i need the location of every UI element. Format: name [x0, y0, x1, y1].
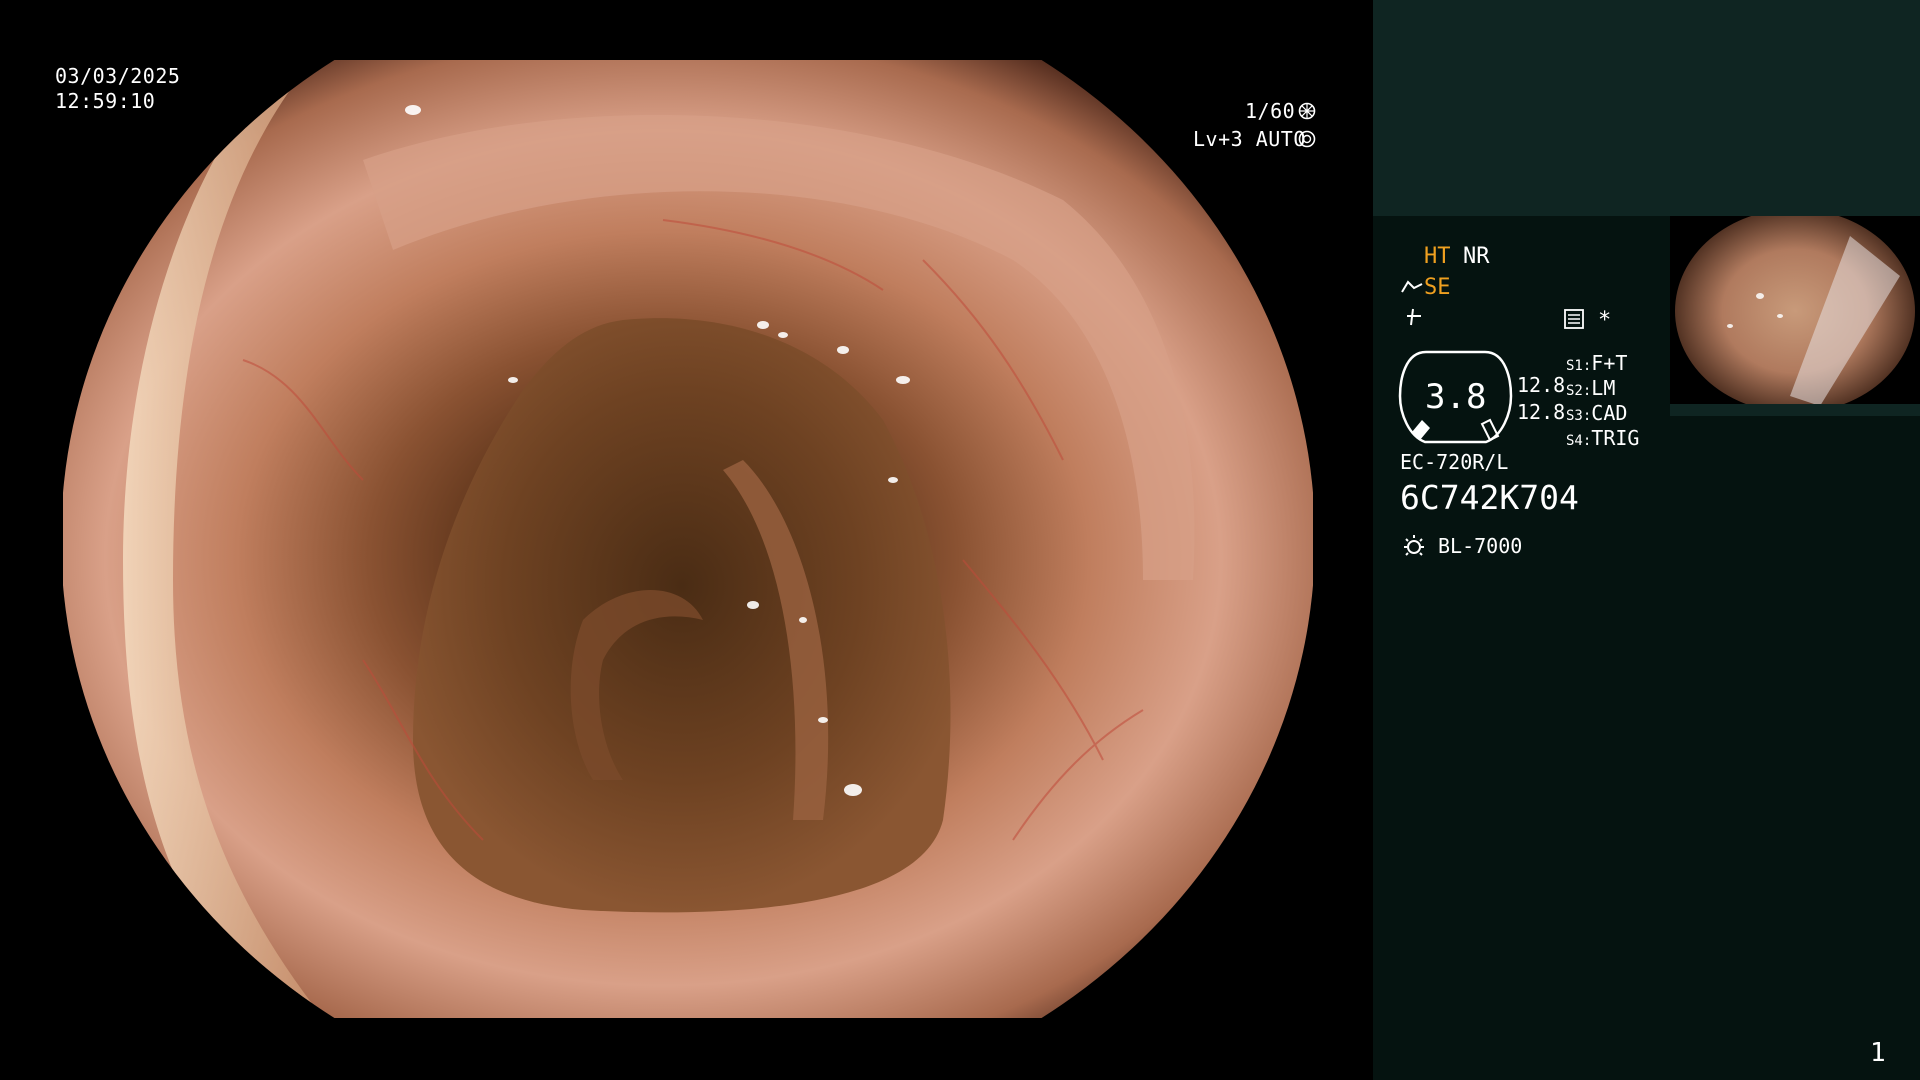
switch-value: F+T	[1591, 351, 1628, 375]
switch-row: S2:LM	[1566, 375, 1639, 400]
captured-image-thumbnail[interactable]	[1670, 216, 1920, 416]
structure-icon	[1564, 309, 1584, 329]
switch-row: S3:CAD	[1566, 400, 1639, 425]
gauge-side-value-1: 12.8	[1517, 373, 1566, 397]
switch-row: S4:TRIG	[1566, 425, 1639, 450]
nr-indicator: NR	[1463, 244, 1490, 269]
time-label: 12:59:10	[55, 89, 156, 113]
freeze-icon	[1407, 308, 1421, 326]
switch-key: S2:	[1566, 383, 1592, 399]
side-panel-header	[1373, 0, 1920, 216]
gauge-value: 3.8	[1425, 377, 1487, 417]
gauge-side-value-2: 12.8	[1517, 400, 1566, 424]
scope-serial: 6C742K704	[1400, 478, 1579, 517]
switch-key: S3:	[1566, 408, 1592, 424]
level-mode-label: Lv+3 AUTO	[1193, 127, 1306, 151]
light-source-icon	[1404, 535, 1424, 556]
shutter-label: 1/60	[1245, 99, 1296, 123]
switch-key: S4:	[1566, 433, 1592, 449]
se-indicator: SE	[1424, 275, 1451, 300]
endoscopic-colon-view	[63, 60, 1313, 1018]
scope-se-icon	[1401, 280, 1423, 293]
page-number: 1	[1870, 1038, 1886, 1068]
thumbnail-status-bar	[1670, 404, 1920, 416]
shutter-icon	[1298, 102, 1316, 120]
scope-model: EC-720R/L	[1400, 450, 1509, 474]
switch-key: S1:	[1566, 358, 1592, 374]
light-source-label: BL-7000	[1438, 534, 1523, 558]
endoscope-image-area: 03/03/2025 12:59:10 1/60 Lv+3 AUTO	[0, 0, 1373, 1080]
ht-indicator: HT	[1424, 244, 1451, 269]
date-label: 03/03/2025	[55, 64, 181, 88]
switch-list: S1:F+T S2:LM S3:CAD S4:TRIG	[1566, 350, 1639, 450]
switch-value: CAD	[1591, 401, 1628, 425]
asterisk-indicator: *	[1598, 308, 1612, 333]
switch-value: TRIG	[1591, 426, 1640, 450]
switch-value: LM	[1591, 376, 1616, 400]
switch-row: S1:F+T	[1566, 350, 1639, 375]
iris-icon	[1298, 130, 1316, 148]
